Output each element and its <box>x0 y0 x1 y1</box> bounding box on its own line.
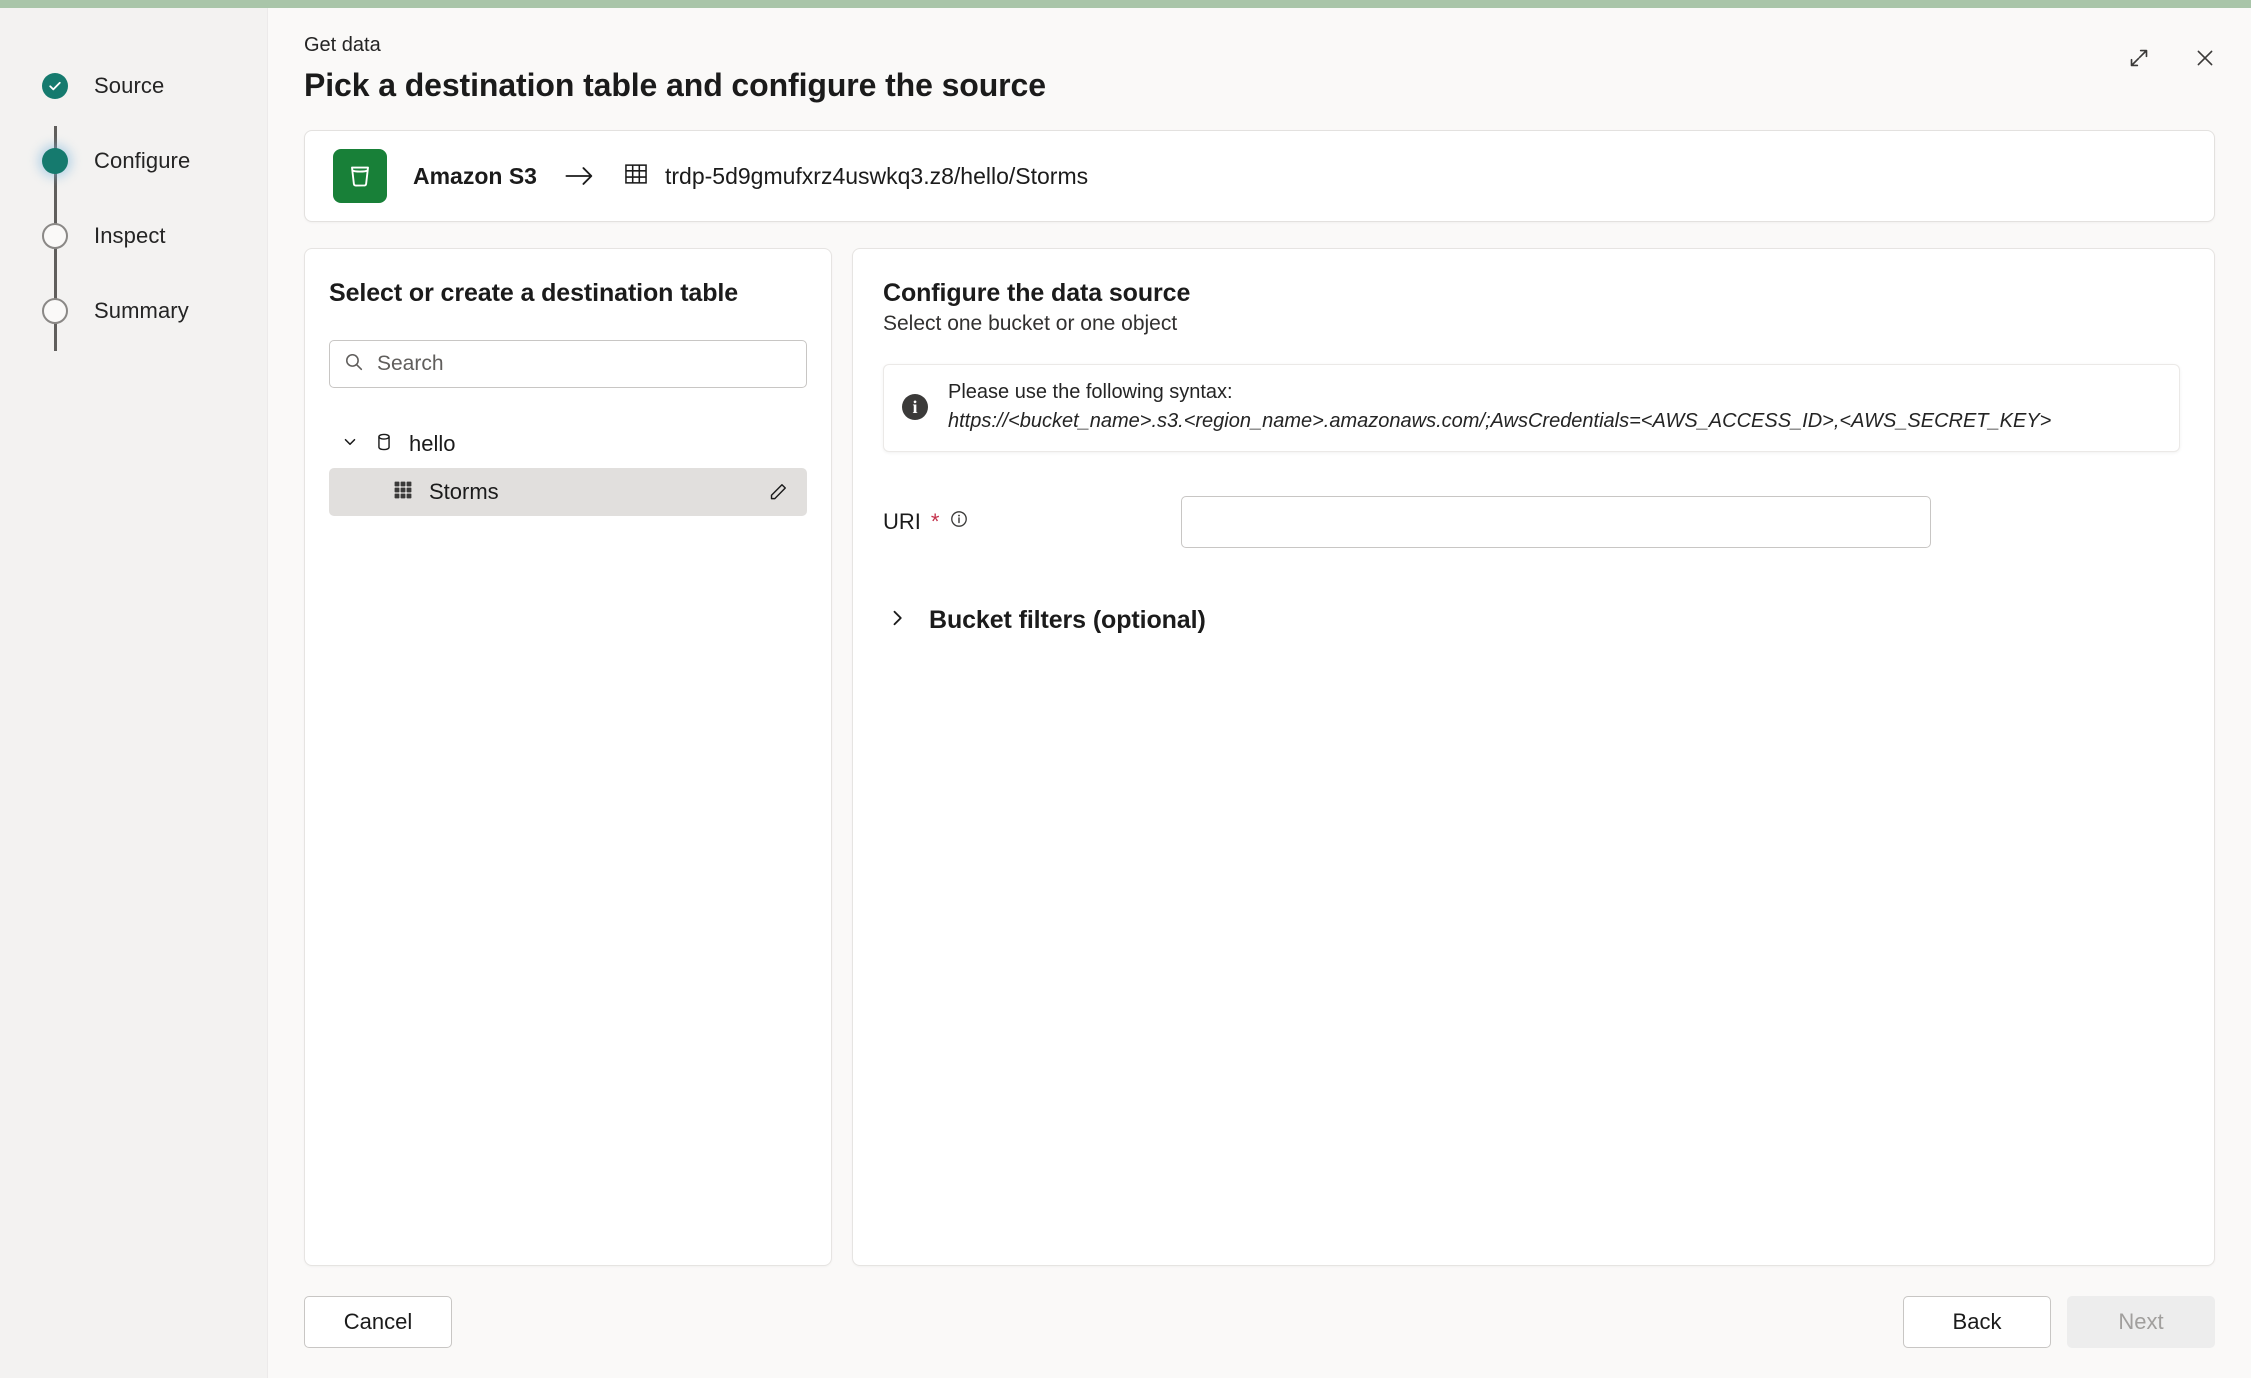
expand-diagonal-icon[interactable] <box>2119 38 2159 78</box>
back-button[interactable]: Back <box>1903 1296 2051 1348</box>
stepper-item-source[interactable]: Source <box>42 48 267 123</box>
syntax-info-callout: i Please use the following syntax: https… <box>883 364 2180 452</box>
callout-line-1: Please use the following syntax: <box>948 381 1233 403</box>
destination-table-panel: Select or create a destination table Sea… <box>304 248 832 1266</box>
search-input[interactable] <box>377 352 792 376</box>
info-icon: i <box>902 394 928 420</box>
arrow-right-icon <box>563 164 597 188</box>
table-grid-icon <box>391 478 415 507</box>
info-outline-icon[interactable] <box>949 509 969 535</box>
dialog-header: Get data Pick a destination table and co… <box>268 8 2251 104</box>
chevron-down-icon[interactable] <box>341 433 359 456</box>
stepper-item-label: Inspect <box>94 222 166 248</box>
close-icon[interactable] <box>2185 38 2225 78</box>
current-step-icon <box>42 147 68 174</box>
tree-item-table-storms[interactable]: Storms <box>329 468 807 516</box>
database-icon <box>373 431 395 458</box>
empty-circle-icon <box>42 222 68 249</box>
page-title: Pick a destination table and configure t… <box>304 67 1046 103</box>
destination-path-text: trdp-5d9gmufxrz4uswkq3.z8/hello/Storms <box>664 162 1089 189</box>
dialog-content: Get data Pick a destination table and co… <box>268 8 2251 1378</box>
required-asterisk: * <box>930 509 940 534</box>
source-destination-bar: Amazon S3 trdp-5d9gmufxrz4uswkq3.z8/hell… <box>304 130 2215 222</box>
dialog-eyebrow: Get data <box>304 34 381 56</box>
tree-item-label: hello <box>409 431 456 456</box>
cancel-button[interactable]: Cancel <box>304 1296 452 1348</box>
callout-text: Please use the following syntax: https:/… <box>948 381 2051 433</box>
stepper-item-summary[interactable]: Summary <box>42 273 267 348</box>
uri-field-label: URI * <box>883 509 1181 535</box>
empty-circle-icon <box>42 297 68 324</box>
table-grid-icon <box>623 161 649 192</box>
stepper-item-inspect[interactable]: Inspect <box>42 198 267 273</box>
uri-input[interactable] <box>1181 496 1931 548</box>
get-data-dialog: Source Configure Inspect Summary Get dat… <box>0 0 2251 1378</box>
stepper-item-label: Summary <box>94 297 189 323</box>
panels-row: Select or create a destination table Sea… <box>304 248 2215 1266</box>
uri-label-text: URI <box>883 509 921 534</box>
check-circle-icon <box>42 72 68 99</box>
next-button[interactable]: Next <box>2067 1296 2215 1348</box>
pencil-edit-icon[interactable] <box>763 477 793 507</box>
stepper-item-configure[interactable]: Configure <box>42 123 267 198</box>
tree-item-label: Storms <box>429 479 499 504</box>
dialog-footer: Cancel Back Next <box>268 1266 2251 1378</box>
search-box[interactable] <box>329 340 807 388</box>
right-panel-title: Configure the data source <box>883 279 1191 307</box>
destination-tree: hello Storms <box>329 420 807 516</box>
right-panel-subtitle: Select one bucket or one object <box>883 312 1178 335</box>
bucket-filters-toggle[interactable]: Bucket filters (optional) <box>883 600 1216 641</box>
stepper-list: Source Configure Inspect Summary <box>0 48 267 351</box>
uri-field-row: URI * <box>883 496 2180 548</box>
source-connector-name: Amazon S3 <box>413 162 537 189</box>
wizard-stepper-sidebar: Source Configure Inspect Summary <box>0 8 268 1378</box>
callout-line-2: https://<bucket_name>.s3.<region_name>.a… <box>948 410 2052 432</box>
search-icon <box>344 352 364 377</box>
chevron-right-icon <box>887 608 907 633</box>
stepper-item-label: Source <box>94 72 165 98</box>
bucket-filters-label: Bucket filters (optional) <box>929 606 1206 634</box>
footer-right-actions: Back Next <box>1903 1296 2215 1348</box>
destination-path-wrap: trdp-5d9gmufxrz4uswkq3.z8/hello/Storms <box>623 161 1088 192</box>
stepper-item-label: Configure <box>94 147 191 173</box>
window-controls <box>2119 38 2225 78</box>
data-source-config-panel: Configure the data source Select one buc… <box>852 248 2215 1266</box>
tree-item-database-hello[interactable]: hello <box>329 420 807 468</box>
s3-bucket-icon <box>333 149 387 203</box>
left-panel-title: Select or create a destination table <box>329 279 739 307</box>
